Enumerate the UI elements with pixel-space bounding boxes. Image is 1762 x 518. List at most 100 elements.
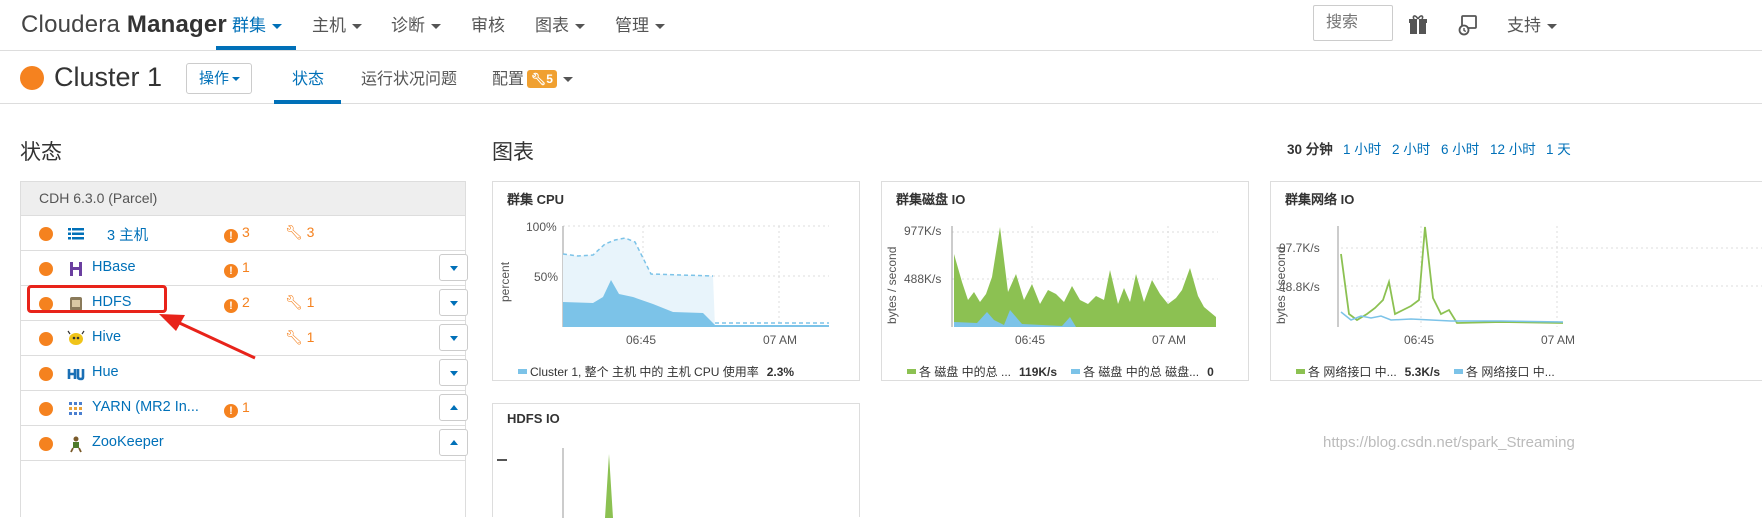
range-2h[interactable]: 2 小时 [1392, 138, 1430, 158]
x-tick: 06:45 [1015, 333, 1046, 347]
legend-swatch [907, 369, 916, 374]
nav-support[interactable]: 支持 [1507, 0, 1557, 51]
chevron-down-icon [562, 77, 573, 83]
nav-charts[interactable]: 图表 [535, 0, 585, 51]
gift-icon[interactable] [1407, 14, 1429, 36]
alerts-count[interactable]: ! 1 [224, 399, 250, 418]
status-heading: 状态 [20, 141, 62, 164]
chevron-down-icon [232, 77, 241, 82]
x-tick: 07 AM [1152, 333, 1187, 347]
range-1d[interactable]: 1 天 [1546, 138, 1571, 158]
config-issues-badge: 🔧︎5 [527, 70, 557, 88]
chevron-up-icon [450, 440, 458, 445]
nav-diagnostics[interactable]: 诊断 [391, 0, 441, 51]
y-axis-label: bytes / second [885, 246, 899, 324]
chart-card-cluster-disk-io[interactable]: 群集磁盘 IO 977K/s 488K/s 06:45 07 AM bytes … [881, 181, 1249, 381]
range-12h[interactable]: 12 小时 [1490, 138, 1536, 158]
network-chart-plot [1337, 226, 1762, 327]
y-axis-label: bytes / second [1274, 246, 1288, 324]
alerts-count[interactable]: ! 3 [224, 224, 250, 243]
chart-card-cluster-cpu[interactable]: 群集 CPU 100% 50% 06:45 07 AM percent Clus… [492, 181, 860, 381]
chevron-down-icon [450, 301, 458, 306]
chevron-down-icon [575, 24, 585, 30]
health-indicator [39, 402, 53, 416]
tab-health-issues[interactable]: 运行状况问题 [361, 52, 457, 104]
chevron-down-icon [450, 336, 458, 341]
cluster-health-indicator [20, 66, 44, 90]
y-tick: 100% [526, 220, 557, 234]
range-1h[interactable]: 1 小时 [1343, 138, 1381, 158]
chevron-down-icon [450, 266, 458, 271]
search-input[interactable] [1313, 5, 1393, 41]
hue-icon [67, 369, 85, 381]
y-axis-label: percent [498, 261, 512, 302]
chevron-down-icon [655, 24, 665, 30]
nav-hosts[interactable]: 主机 [312, 0, 362, 51]
x-tick: 06:45 [1404, 333, 1435, 347]
hosts-list-icon [68, 228, 84, 240]
brand-logo[interactable]: Cloudera Manager [21, 11, 227, 39]
service-link-yarn[interactable]: YARN (MR2 In... [92, 399, 199, 415]
service-link-zookeeper[interactable]: ZooKeeper [92, 434, 164, 450]
cluster-title: Cluster 1 [54, 62, 163, 92]
wrench-icon: 🔧︎ [285, 329, 303, 345]
service-actions-button[interactable] [439, 254, 468, 281]
service-actions-button[interactable] [439, 394, 468, 421]
nav-administration[interactable]: 管理 [615, 0, 665, 51]
service-link-hbase[interactable]: HBase [92, 259, 136, 275]
alert-icon: ! [224, 229, 238, 243]
tab-configuration[interactable]: 配置 🔧︎5 [492, 52, 573, 104]
chevron-down-icon [1547, 24, 1557, 30]
range-6h[interactable]: 6 小时 [1441, 138, 1479, 158]
status-row-yarn: YARN (MR2 In... ! 1 [21, 391, 468, 426]
charts-heading: 图表 [492, 141, 534, 164]
status-row-hbase: HBase ! 1 [21, 251, 468, 286]
tab-status[interactable]: 状态 [292, 52, 324, 104]
config-issues-count[interactable]: 🔧︎ 3 [285, 224, 314, 241]
chevron-down-icon [352, 24, 362, 30]
service-actions-button[interactable] [439, 359, 468, 386]
health-indicator [39, 367, 53, 381]
chart-card-cluster-network-io[interactable]: 群集网络 IO 97.7K/s 48.8K/s 06:45 07 AM byte… [1270, 181, 1762, 381]
service-link-hive[interactable]: Hive [92, 329, 121, 345]
range-30min[interactable]: 30 分钟 [1287, 138, 1333, 158]
hdfs-chart-plot [497, 448, 613, 518]
legend-swatch [1071, 369, 1081, 374]
hive-icon [67, 330, 85, 345]
config-issues-count[interactable]: 🔧︎ 1 [285, 294, 314, 311]
service-actions-button[interactable] [439, 324, 468, 351]
watermark: https://blog.csdn.net/spark_Streaming [1323, 434, 1575, 451]
service-actions-button[interactable] [439, 289, 468, 316]
annotation-highlight-box [27, 285, 167, 313]
status-row-zookeeper: ZooKeeper [21, 426, 468, 461]
legend-swatch [1454, 369, 1464, 374]
cdh-version-header: CDH 6.3.0 (Parcel) [21, 182, 465, 216]
wrench-icon: 🔧︎ [285, 224, 303, 240]
health-indicator [39, 227, 53, 241]
chart-legend: 各 磁盘 中的总 ... 119K/s 各 磁盘 中的总 磁盘... 0 [907, 363, 1214, 380]
chart-legend: 各 网络接口 中... 5.3K/s 各 网络接口 中... [1296, 363, 1555, 380]
y-tick: 50% [534, 270, 559, 284]
running-commands-icon[interactable] [1457, 14, 1479, 36]
actions-dropdown-button[interactable]: 操作 [186, 63, 252, 94]
config-issues-count[interactable]: 🔧︎ 1 [285, 329, 314, 346]
health-indicator [39, 332, 53, 346]
nav-clusters[interactable]: 群集 [232, 0, 282, 51]
y-tick: 977K/s [904, 224, 942, 238]
service-actions-button[interactable] [439, 429, 468, 456]
top-navbar: Cloudera Manager 群集 主机 诊断 审核 图表 管理 支持 [0, 0, 1762, 51]
x-tick: 06:45 [626, 333, 657, 347]
alerts-count[interactable]: ! 1 [224, 259, 250, 278]
y-tick: 488K/s [904, 272, 942, 286]
nav-audits[interactable]: 审核 [471, 0, 505, 51]
service-link-hue[interactable]: Hue [92, 364, 119, 380]
hbase-icon [70, 262, 82, 276]
chevron-down-icon [272, 24, 282, 30]
service-link-hosts[interactable]: 3 主机 [107, 224, 148, 245]
chart-card-hdfs-io[interactable]: HDFS IO [492, 403, 860, 518]
status-row-hosts: 3 主机 ! 3 🔧︎ 3 [21, 216, 465, 251]
chart-legend: Cluster 1, 整个 主机 中的 主机 CPU 使用率 2.3% [518, 363, 794, 380]
chevron-down-icon [431, 24, 441, 30]
chevron-down-icon [450, 371, 458, 376]
yarn-icon [69, 402, 82, 415]
